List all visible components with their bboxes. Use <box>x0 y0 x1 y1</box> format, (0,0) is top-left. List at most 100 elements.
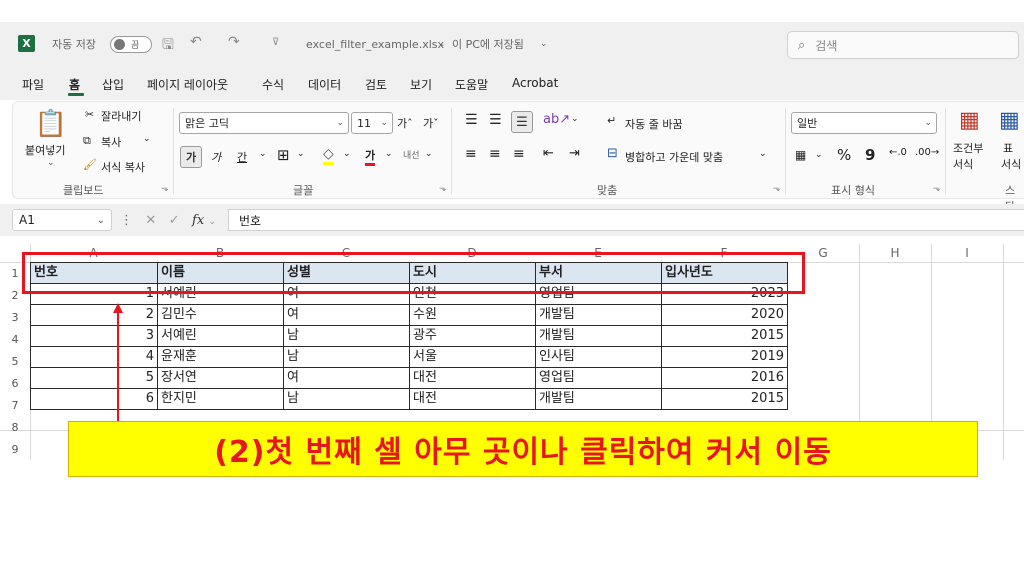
cut-icon[interactable]: ✂ <box>85 108 94 121</box>
table-cell[interactable]: 김민수 <box>157 304 284 326</box>
chevron-down-icon[interactable]: ⌄ <box>540 22 548 66</box>
tab-formulas[interactable]: 수식 <box>262 76 284 93</box>
table-cell[interactable]: 여 <box>283 367 410 389</box>
number-launcher-icon[interactable]: ⬎ <box>933 184 941 194</box>
column-header-i[interactable]: I <box>931 244 1003 262</box>
tab-page-layout[interactable]: 페이지 레이아웃 <box>147 76 228 93</box>
decrease-indent-icon[interactable]: ⇤ <box>543 146 554 161</box>
font-name-select[interactable]: 맑은 고딕 ⌄ <box>179 112 349 134</box>
chevron-down-icon[interactable]: ⌄ <box>385 149 393 159</box>
chevron-down-icon[interactable]: ⌄ <box>297 149 305 159</box>
merge-center-icon[interactable]: ⊟ <box>607 146 618 161</box>
row-header-7[interactable]: 7 <box>0 395 30 416</box>
percent-button[interactable]: % <box>837 146 851 164</box>
accounting-format-icon[interactable]: ▦ <box>795 148 806 162</box>
paste-icon[interactable]: 📋 <box>35 108 67 140</box>
table-cell[interactable]: 남 <box>283 325 410 347</box>
align-left-icon[interactable]: ≡ <box>465 146 477 162</box>
save-location[interactable]: 이 PC에 저장됨 <box>452 22 524 66</box>
tab-home[interactable]: 홈 <box>69 76 80 93</box>
table-cell[interactable]: 서울 <box>409 346 536 368</box>
table-cell[interactable]: 개발팀 <box>535 388 662 410</box>
increase-decimal-icon[interactable]: ←.0 <box>889 147 907 158</box>
customize-toolbar-icon[interactable]: ⊽ <box>272 37 279 48</box>
insert-function-button[interactable]: fx <box>192 213 204 228</box>
chevron-down-icon[interactable]: ⌄ <box>571 114 579 124</box>
table-cell[interactable]: 3 <box>30 325 158 347</box>
font-size-select[interactable]: 11 ⌄ <box>351 112 393 134</box>
font-color-button[interactable]: 가 <box>365 147 376 166</box>
table-format-icon[interactable]: ▦ <box>999 108 1020 133</box>
italic-button[interactable]: 가 <box>211 149 221 165</box>
table-cell[interactable]: 개발팀 <box>535 304 662 326</box>
table-cell[interactable]: 인사팀 <box>535 346 662 368</box>
number-format-select[interactable]: 일반 ⌄ <box>791 112 937 134</box>
table-cell[interactable]: 수원 <box>409 304 536 326</box>
tab-file[interactable]: 파일 <box>22 76 44 93</box>
table-cell[interactable]: 5 <box>30 367 158 389</box>
grow-font-button[interactable]: 가ˆ <box>397 115 413 131</box>
tab-help[interactable]: 도움말 <box>455 76 488 93</box>
table-cell[interactable]: 남 <box>283 346 410 368</box>
autosave-toggle[interactable]: 끔 <box>110 36 152 53</box>
paste-button[interactable]: 붙여넣기 <box>25 142 65 158</box>
column-header-h[interactable]: H <box>859 244 931 262</box>
cut-button[interactable]: 잘라내기 <box>101 108 141 124</box>
name-box[interactable]: A1 ⌄ <box>12 209 112 231</box>
format-painter-button[interactable]: 서식 복사 <box>101 159 145 175</box>
bold-button[interactable]: 가 <box>180 146 202 168</box>
copy-button[interactable]: 복사 <box>101 134 121 150</box>
chevron-down-icon[interactable]: ⌄ <box>259 149 267 159</box>
wrap-text-button[interactable]: 자동 줄 바꿈 <box>625 116 683 132</box>
table-cell[interactable]: 2015 <box>661 388 788 410</box>
table-cell[interactable]: 남 <box>283 388 410 410</box>
copy-icon[interactable]: ⧉ <box>83 134 91 148</box>
table-cell[interactable]: 서예린 <box>157 325 284 347</box>
save-icon[interactable]: 🖫 <box>162 34 174 58</box>
wrap-text-icon[interactable]: ↵ <box>607 114 616 127</box>
phonetic-button[interactable]: 내선 <box>403 148 420 161</box>
table-cell[interactable]: 2 <box>30 304 158 326</box>
align-middle-icon[interactable]: ☰ <box>489 112 502 128</box>
tab-acrobat[interactable]: Acrobat <box>512 76 558 90</box>
table-cell[interactable]: 4 <box>30 346 158 368</box>
conditional-format-button[interactable]: 조건부 <box>953 140 983 156</box>
shrink-font-button[interactable]: 가ˇ <box>423 115 439 131</box>
row-header-4[interactable]: 4 <box>0 329 30 350</box>
format-painter-icon[interactable]: 🖌 <box>83 158 97 171</box>
table-format-button[interactable]: 표 <box>1003 140 1013 156</box>
row-header-5[interactable]: 5 <box>0 351 30 372</box>
row-header-9[interactable]: 9 <box>0 439 30 460</box>
table-cell[interactable]: 6 <box>30 388 158 410</box>
tab-insert[interactable]: 삽입 <box>102 76 124 93</box>
comma-style-button[interactable]: 9 <box>865 146 875 164</box>
table-cell[interactable]: 장서연 <box>157 367 284 389</box>
table-cell[interactable]: 한지민 <box>157 388 284 410</box>
table-cell[interactable]: 2016 <box>661 367 788 389</box>
undo-icon[interactable]: ↶ <box>190 34 202 50</box>
row-header-8[interactable]: 8 <box>0 417 30 438</box>
align-bottom-icon[interactable]: ☰ <box>511 111 533 133</box>
fill-color-icon[interactable]: ◇ <box>323 146 334 165</box>
cancel-icon[interactable]: ✕ <box>145 213 156 228</box>
formula-input[interactable]: 번호 <box>228 209 1024 231</box>
font-launcher-icon[interactable]: ⬎ <box>439 184 447 194</box>
align-top-icon[interactable]: ☰ <box>465 112 478 128</box>
clipboard-launcher-icon[interactable]: ⬎ <box>161 184 169 194</box>
redo-icon[interactable]: ↷ <box>228 34 240 50</box>
table-cell[interactable]: 2020 <box>661 304 788 326</box>
row-header-3[interactable]: 3 <box>0 307 30 328</box>
chevron-down-icon[interactable]: ⌄ <box>208 217 216 227</box>
table-cell[interactable]: 영업팀 <box>535 367 662 389</box>
table-cell[interactable]: 여 <box>283 304 410 326</box>
increase-indent-icon[interactable]: ⇥ <box>569 146 580 161</box>
row-header-6[interactable]: 6 <box>0 373 30 394</box>
decrease-decimal-icon[interactable]: .00→ <box>915 147 939 158</box>
table-format-button-line2[interactable]: 서식 <box>1001 156 1021 172</box>
table-cell[interactable]: 대전 <box>409 367 536 389</box>
conditional-format-button-line2[interactable]: 서식 <box>953 156 973 172</box>
table-cell[interactable]: 윤재훈 <box>157 346 284 368</box>
tab-data[interactable]: 데이터 <box>308 76 341 93</box>
align-center-icon[interactable]: ≡ <box>489 146 501 162</box>
paste-chevron-icon[interactable]: ⌄ <box>47 158 55 168</box>
